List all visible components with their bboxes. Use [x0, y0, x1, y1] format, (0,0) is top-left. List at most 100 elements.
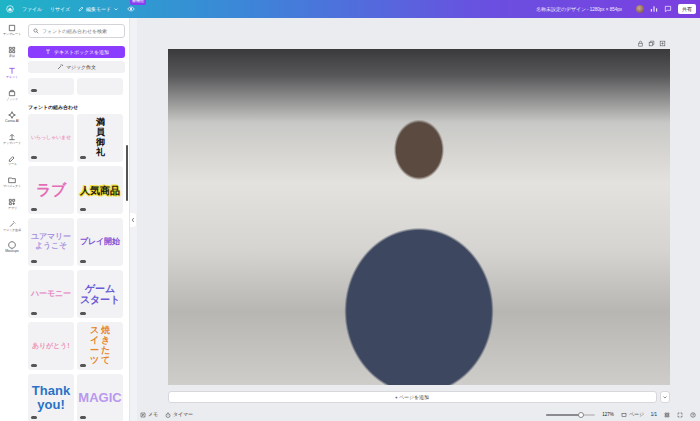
pro-badge-icon: [80, 208, 86, 211]
scrollbar[interactable]: [126, 145, 128, 201]
notes-icon: [140, 412, 146, 418]
pro-badge-icon: [80, 364, 86, 367]
rail-item[interactable]: テキスト: [0, 67, 24, 80]
zoom-reading[interactable]: 127%: [602, 412, 614, 417]
rail-item-icon: [8, 89, 16, 97]
rail-item[interactable]: ブランド: [0, 89, 24, 102]
bottom-bar: メモ タイマー 127% ページ 1/1: [137, 408, 700, 421]
pro-badge-icon: [31, 89, 37, 92]
font-combo-grid: いらっしゃいませ満員御礼ラブ人気商品ユアマリーようこそプレイ開始ハーモニーゲーム…: [28, 114, 125, 421]
font-combo-tile[interactable]: ゲームスタート: [77, 270, 123, 318]
zoom-slider-knob[interactable]: [578, 412, 584, 418]
chevron-left-icon: [131, 216, 135, 224]
grid-view-icon[interactable]: [664, 412, 670, 418]
top-bar: ファイルリサイズ編集モード新機能名称未設定のデザイン - 1280px × 85…: [0, 0, 700, 18]
rail-item[interactable]: プロジェクト: [0, 176, 24, 189]
rail-item-icon: [8, 220, 16, 228]
help-icon[interactable]: [690, 412, 696, 418]
pro-badge-icon: [80, 260, 86, 263]
rail-item[interactable]: Canva AI: [0, 111, 24, 124]
workspace: + ページを追加メモ タイマー 127% ページ 1/1: [137, 18, 700, 421]
font-combo-tile[interactable]: プレイ開始: [77, 218, 123, 266]
menu-button[interactable]: ファイル: [22, 6, 42, 12]
avatar-icon[interactable]: [636, 5, 644, 13]
rail-item[interactable]: アプリ: [0, 198, 24, 211]
page-toolbar: [168, 40, 670, 47]
photo[interactable]: [168, 49, 670, 385]
pro-badge-icon: [31, 416, 37, 419]
pro-badge-icon: [80, 312, 86, 315]
pro-badge-icon: [31, 208, 37, 211]
pages-button[interactable]: ページ: [621, 412, 644, 418]
rail-item[interactable]: Mockups: [0, 241, 24, 254]
preview-button[interactable]: 新機能: [127, 5, 135, 13]
font-combo-tile[interactable]: 満員御礼: [77, 114, 123, 162]
rail-item-icon: [8, 67, 16, 75]
font-combo-tile[interactable]: ありがとう!: [28, 322, 74, 370]
notes-button[interactable]: メモ: [140, 412, 158, 418]
pages-icon: [621, 412, 627, 418]
design-page[interactable]: [168, 49, 670, 385]
pencil-icon: [78, 6, 84, 12]
pro-badge-icon: [80, 416, 86, 419]
rail-item-icon: [8, 198, 16, 206]
pro-badge-icon: [31, 364, 37, 367]
rail-item[interactable]: マジック生成: [0, 220, 24, 233]
add-page-button[interactable]: + ページを追加: [168, 391, 657, 403]
section-heading: フォントの組み合わせ: [28, 104, 125, 110]
chart-icon[interactable]: [650, 5, 658, 13]
font-combo-tile[interactable]: ユアマリーようこそ: [28, 218, 74, 266]
text-icon: [45, 49, 51, 55]
font-combo-tile[interactable]: [28, 78, 74, 95]
design-title[interactable]: 名称未設定のデザイン - 1280px × 854px: [536, 7, 622, 12]
rail-item-icon: [8, 176, 16, 184]
collapse-panel-button[interactable]: [130, 213, 136, 227]
edit-mode-button[interactable]: 編集モード: [78, 6, 119, 12]
font-combo-tile[interactable]: ラブ: [28, 166, 74, 214]
tile-row-partial: [28, 78, 125, 95]
zoom-slider[interactable]: [546, 414, 595, 416]
timer-button[interactable]: タイマー: [165, 412, 193, 418]
canva-editor: ファイルリサイズ編集モード新機能名称未設定のデザイン - 1280px × 85…: [0, 0, 700, 421]
search-icon: [33, 28, 39, 34]
expand-pages-button[interactable]: [660, 391, 670, 403]
chevron-down-icon: [113, 6, 119, 12]
font-combo-tile[interactable]: ハーモニー: [28, 270, 74, 318]
new-badge: 新機能: [130, 0, 146, 5]
rail-item[interactable]: ツール: [0, 154, 24, 167]
magic-write-button[interactable]: マジック作文: [28, 61, 125, 73]
fullscreen-icon[interactable]: [677, 412, 683, 418]
font-combo-tile[interactable]: [77, 78, 123, 95]
rail-item-icon: [8, 133, 16, 141]
font-combo-tile[interactable]: Thankyou!: [28, 374, 74, 421]
side-rail: テンプレート素材テキストブランド Canva AI アップロードツールプロジェクトア…: [0, 18, 24, 421]
pro-badge-icon: [31, 156, 37, 159]
pro-badge-icon: [80, 156, 86, 159]
text-panel: フォントの組み合わせを検索テキストボックスを追加マジック作文フォントの組み合わせ…: [24, 18, 130, 421]
rail-item[interactable]: アップロード: [0, 133, 24, 146]
menu-button[interactable]: リサイズ: [50, 6, 70, 12]
font-combo-tile[interactable]: いらっしゃいませ: [28, 114, 74, 162]
font-combo-tile[interactable]: MAGIC: [77, 374, 123, 421]
rail-item-icon: [8, 241, 16, 249]
rail-item-icon: [8, 154, 16, 162]
magic-wand-icon: [57, 64, 63, 70]
rail-item-icon: [8, 111, 16, 119]
rail-item-icon: [8, 24, 16, 32]
comment-icon[interactable]: [664, 5, 672, 13]
duplicate-icon[interactable]: [648, 40, 655, 47]
chevron-down-icon: [662, 394, 668, 400]
home-icon[interactable]: [6, 5, 14, 13]
font-combo-tile[interactable]: 人気商品: [77, 166, 123, 214]
timer-icon: [165, 412, 171, 418]
rail-item[interactable]: テンプレート: [0, 24, 24, 37]
eye-icon: [127, 5, 135, 13]
share-button[interactable]: 共有: [678, 4, 696, 14]
page-count: 1/1: [651, 412, 657, 417]
add-page-icon[interactable]: [659, 40, 666, 47]
search-field[interactable]: フォントの組み合わせを検索: [28, 24, 125, 38]
lock-icon[interactable]: [637, 40, 644, 47]
rail-item[interactable]: 素材: [0, 46, 24, 59]
add-textbox-button[interactable]: テキストボックスを追加: [28, 46, 125, 58]
font-combo-tile[interactable]: 焼きたてスイーツ: [77, 322, 123, 370]
